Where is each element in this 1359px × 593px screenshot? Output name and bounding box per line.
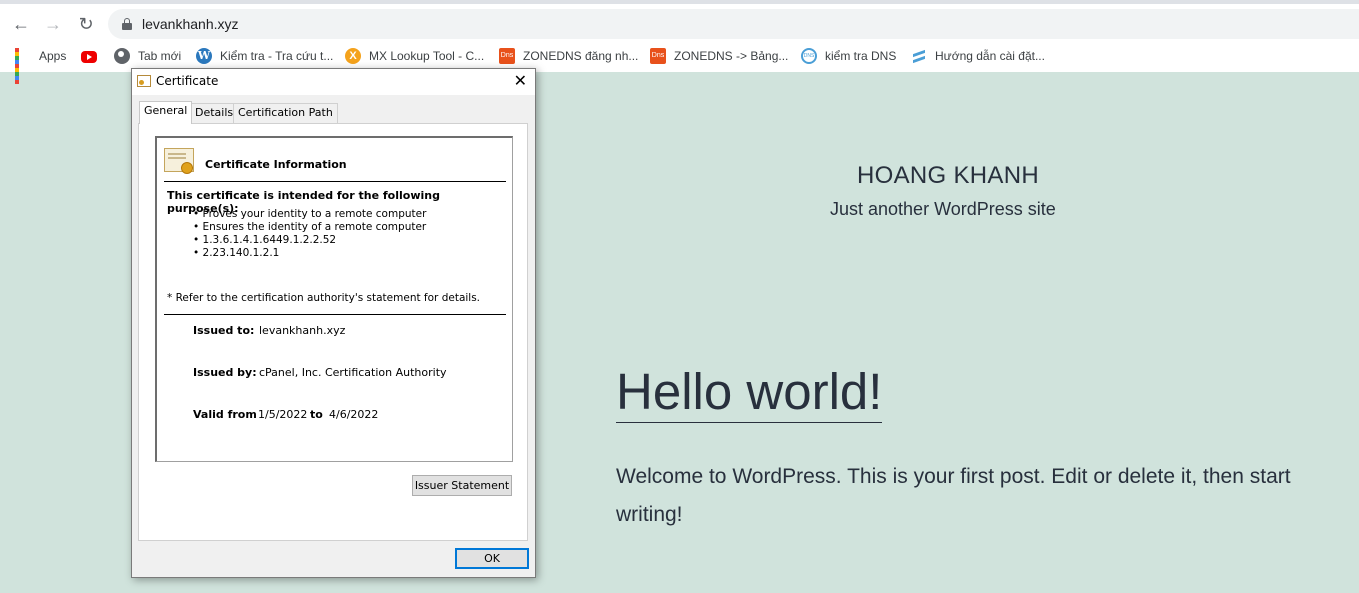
bookmark-label: ZONEDNS -> Bảng...	[674, 49, 789, 63]
refer-note: * Refer to the certification authority's…	[167, 292, 481, 304]
issued-by-label: Issued by:	[193, 366, 257, 379]
certificate-info-heading: Certificate Information	[205, 158, 347, 171]
reload-icon[interactable]: ↻	[74, 12, 98, 36]
bookmark-apps[interactable]: Apps	[15, 47, 67, 84]
youtube-icon	[81, 51, 97, 63]
bookmark-zonedns-panel[interactable]: Dns ZONEDNS -> Bảng...	[650, 47, 788, 65]
tab-details[interactable]: Details	[190, 103, 239, 123]
certificate-dialog: Certificate ✕ General Details Certificat…	[131, 68, 536, 578]
issued-by-value: cPanel, Inc. Certification Authority	[259, 366, 447, 379]
forward-arrow-icon[interactable]: →	[41, 12, 65, 36]
valid-to-label: to	[310, 408, 323, 421]
mxtoolbox-icon: X	[345, 48, 361, 64]
bookmark-mx-lookup[interactable]: X MX Lookup Tool - C...	[345, 47, 484, 65]
tab-certification-path[interactable]: Certification Path	[233, 103, 338, 123]
issued-to-value: levankhanh.xyz	[259, 324, 346, 337]
bookmark-huong-dan[interactable]: Hướng dẫn cài đặt...	[911, 47, 1045, 65]
bookmark-kiem-tra-dns[interactable]: DNS kiểm tra DNS	[801, 47, 896, 65]
bookmark-label: Tab mới	[138, 49, 182, 63]
post-title[interactable]: Hello world!	[616, 362, 883, 423]
bookmark-label: ZONEDNS đăng nh...	[523, 49, 639, 63]
ok-button[interactable]: OK	[455, 548, 529, 569]
bookmark-tab-moi[interactable]: Tab mới	[114, 47, 181, 65]
bookmark-label: Kiểm tra - Tra cứu t...	[220, 49, 334, 63]
issuer-statement-button[interactable]: Issuer Statement	[412, 475, 512, 496]
apps-grid-icon	[15, 48, 31, 84]
bookmark-zonedns-login[interactable]: Dns ZONEDNS đăng nh...	[499, 47, 638, 65]
browser-toolbar: ← → ↻ levankhanh.xyz	[0, 0, 1359, 40]
divider	[164, 181, 506, 182]
close-icon[interactable]: ✕	[514, 72, 527, 90]
dialog-titlebar[interactable]: Certificate ✕	[132, 69, 535, 95]
certificate-icon	[164, 148, 194, 174]
valid-from-label: Valid from	[193, 408, 257, 421]
general-tab-panel: Certificate Information This certificate…	[138, 123, 528, 541]
valid-from-value: 1/5/2022	[258, 408, 308, 421]
site-description: Just another WordPress site	[830, 199, 1056, 219]
divider	[164, 314, 506, 315]
back-arrow-icon[interactable]: ←	[9, 12, 33, 36]
site-title[interactable]: HOANG KHANH	[857, 162, 1039, 190]
url-text[interactable]: levankhanh.xyz	[142, 16, 239, 32]
bookmark-youtube[interactable]	[81, 47, 105, 65]
globe-icon	[114, 48, 130, 64]
list-item: Ensures the identity of a remote compute…	[193, 221, 427, 234]
bookmark-label: kiểm tra DNS	[825, 49, 897, 63]
book-icon	[911, 48, 927, 64]
dns-check-icon: DNS	[801, 48, 817, 64]
lock-icon[interactable]	[122, 18, 132, 30]
list-item: 1.3.6.1.4.1.6449.1.2.2.52	[193, 234, 426, 247]
wordpress-icon: W	[196, 48, 212, 64]
certificate-small-icon	[137, 75, 151, 87]
issued-to-label: Issued to:	[193, 324, 255, 337]
list-item: Proves your identity to a remote compute…	[193, 208, 427, 221]
dialog-title: Certificate	[156, 74, 219, 88]
tab-general[interactable]: General	[139, 101, 193, 124]
valid-to-value: 4/6/2022	[329, 408, 379, 421]
zonedns-icon: Dns	[650, 48, 666, 64]
list-item: 2.23.140.1.2.1	[193, 247, 426, 260]
zonedns-icon: Dns	[499, 48, 515, 64]
bookmark-kiem-tra[interactable]: W Kiểm tra - Tra cứu t...	[196, 47, 333, 65]
certificate-info-box: Certificate Information This certificate…	[155, 136, 513, 462]
bookmark-label: Hướng dẫn cài đặt...	[935, 49, 1045, 63]
bookmark-label: Apps	[39, 49, 67, 63]
bookmark-label: MX Lookup Tool - C...	[369, 49, 485, 63]
address-bar[interactable]: levankhanh.xyz	[108, 9, 1359, 39]
purpose-list: Proves your identity to a remote compute…	[193, 208, 427, 260]
post-body: Welcome to WordPress. This is your first…	[616, 465, 1291, 526]
